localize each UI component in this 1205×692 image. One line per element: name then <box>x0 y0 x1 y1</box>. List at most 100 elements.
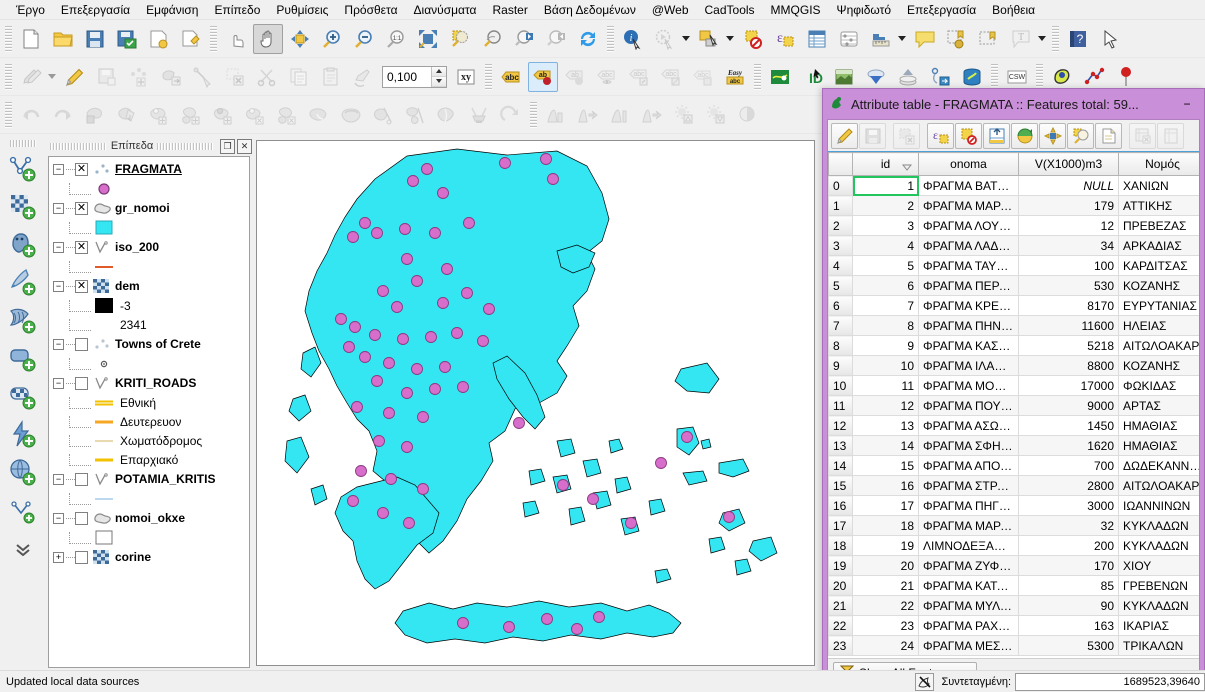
zoom-last-icon[interactable] <box>509 24 539 54</box>
table-row[interactable]: 0 1 ΦΡΑΓΜΑ ΒΑΤΟΛ... NULL ΧΑΝΙΩΝ <box>828 175 1199 196</box>
rotate-points-icon[interactable] <box>496 100 526 130</box>
map-tips-icon[interactable] <box>910 24 940 54</box>
cell-volume[interactable]: NULL <box>1018 175 1119 196</box>
offline-editing-icon[interactable] <box>861 62 891 92</box>
zoom-to-selection-icon[interactable] <box>1067 122 1094 149</box>
map-canvas[interactable]: [data-name="dam-points"] circle { r: 5.5… <box>256 140 815 666</box>
pin-marker-icon[interactable] <box>1111 62 1141 92</box>
cell-id[interactable]: 24 <box>852 635 919 656</box>
cell-id[interactable]: 11 <box>852 375 919 396</box>
current-edits-icon[interactable] <box>16 62 46 92</box>
pan-map-icon[interactable] <box>253 23 283 54</box>
cell-nomos[interactable]: ΓΡΕΒΕΝΩΝ <box>1118 575 1199 596</box>
toolbar-grip[interactable] <box>530 101 537 128</box>
rotate-feature-icon[interactable] <box>80 100 110 130</box>
cell-onoma[interactable]: ΦΡΑΓΜΑ ΒΑΤΟΛ... <box>918 175 1019 196</box>
zoom-next-icon[interactable] <box>541 24 571 54</box>
cell-volume[interactable]: 90 <box>1018 595 1119 616</box>
table-row[interactable]: 7 8 ΦΡΑΓΜΑ ΠΗΝΕΙ... 11600 ΗΛΕΙΑΣ <box>828 315 1199 336</box>
table-row[interactable]: 1819ΛΙΜΝΟΔΕΞΑΜΕΝ...200ΚΥΚΛΑΔΩΝ <box>828 535 1199 556</box>
layer-visibility-checkbox[interactable]: ✕ <box>75 240 88 254</box>
attribute-table-window[interactable]: Attribute table - FRAGMATA :: Features t… <box>822 88 1205 692</box>
table-row[interactable]: 10 11 ΦΡΑΓΜΑ ΜΟΡΝΟΥ 17000 ΦΩΚΙΔΑΣ <box>828 375 1199 396</box>
cell-onoma[interactable]: ΦΡΑΓΜΑ ΤΑΥΡΩ... <box>918 255 1019 276</box>
toolbar-grip[interactable] <box>991 63 998 90</box>
cut-features-icon[interactable] <box>252 62 282 92</box>
refresh-icon[interactable] <box>573 24 603 54</box>
toolbar-grip[interactable] <box>210 25 217 52</box>
cell-onoma[interactable]: ΦΡΑΓΜΑ ΙΛΑΡΙΩ... <box>918 355 1019 376</box>
cell-id[interactable]: 22 <box>852 595 919 616</box>
add-wcs-layer-icon[interactable] <box>4 378 42 416</box>
table-row[interactable]: 17 18 ΦΡΑΓΜΑ ΜΑΡΑΘ... 32 ΚΥΚΛΑΔΩΝ <box>828 515 1199 536</box>
menu-item-0[interactable]: Έργο <box>8 1 53 19</box>
new-shapefile-icon[interactable] <box>4 492 42 530</box>
postgis-export-icon[interactable] <box>925 62 955 92</box>
copy-features-icon[interactable] <box>284 62 314 92</box>
table-row[interactable]: 20 21 ΦΡΑΓΜΑ ΚΑΤΑΚ... 85 ΓΡΕΒΕΝΩΝ <box>828 575 1199 596</box>
add-delimited-text-icon[interactable] <box>4 454 42 492</box>
new-project-icon[interactable] <box>16 24 46 54</box>
expander-icon[interactable]: − <box>53 163 64 175</box>
layer-visibility-checkbox[interactable]: ✕ <box>75 279 88 293</box>
layer-item-fragmata[interactable]: − ✕ FRAGMATA <box>49 159 249 179</box>
help-icon[interactable]: ? <box>1063 24 1093 54</box>
cell-volume[interactable]: 12 <box>1018 215 1119 236</box>
redo-icon[interactable] <box>48 100 78 130</box>
menu-item-3[interactable]: Επίπεδο <box>206 1 268 19</box>
panel-drag-handle[interactable] <box>157 142 215 150</box>
cell-onoma[interactable]: ΦΡΑΓΜΑ ΣΦΗΚΙΑΣ <box>918 435 1019 456</box>
table-row[interactable]: 3 4 ΦΡΑΓΜΑ ΛΑΔΩΝΑ 34 ΑΡΚΑΔΙΑΣ <box>828 235 1199 256</box>
row-header-cell[interactable]: 1 <box>828 195 853 216</box>
attribute-table-grid[interactable]: id onoma V(X1000)m3 Νομός 0 1 ΦΡΑΓΜΑ ΒΑΤΟΛ… <box>828 152 1199 658</box>
local-histogram-stretch-icon[interactable] <box>605 100 635 130</box>
open-project-icon[interactable] <box>48 24 78 54</box>
cell-id[interactable]: 3 <box>852 215 919 236</box>
row-header-cell[interactable]: 5 <box>828 275 853 296</box>
cell-id[interactable]: 17 <box>852 495 919 516</box>
menu-item-7[interactable]: Raster <box>484 1 535 19</box>
toolbar-grip[interactable] <box>1052 25 1059 52</box>
cell-volume[interactable]: 530 <box>1018 275 1119 296</box>
cell-nomos[interactable]: ΙΩΑΝΝΙΝΩΝ <box>1118 495 1199 516</box>
menu-item-2[interactable]: Εμφάνιση <box>138 1 206 19</box>
cell-volume[interactable]: 34 <box>1018 235 1119 256</box>
delete-attribute-icon[interactable] <box>1129 122 1156 149</box>
label-properties-icon[interactable]: abc <box>688 62 718 92</box>
cell-nomos[interactable]: ΦΩΚΙΔΑΣ <box>1118 375 1199 396</box>
zoom-out-icon[interactable] <box>349 24 379 54</box>
expander-icon[interactable]: − <box>53 202 64 214</box>
add-ring-icon[interactable] <box>144 100 174 130</box>
cell-id[interactable]: 8 <box>852 315 919 336</box>
add-wfs-layer-icon[interactable] <box>4 416 42 454</box>
menu-item-10[interactable]: CadTools <box>697 1 763 19</box>
menu-item-1[interactable]: Επεξεργασία <box>53 1 138 19</box>
table-row[interactable]: 1 2 ΦΡΑΓΜΑ ΜΑΡΑΘ... 179 ΑΤΤΙΚΗΣ <box>828 195 1199 216</box>
row-header-cell[interactable]: 11 <box>828 395 853 416</box>
render-blocked-icon[interactable] <box>915 672 935 691</box>
expander-icon[interactable]: − <box>53 512 64 524</box>
table-row[interactable]: 13 14 ΦΡΑΓΜΑ ΣΦΗΚΙΑΣ 1620 ΗΜΑΘΙΑΣ <box>828 435 1199 456</box>
cell-volume[interactable]: 100 <box>1018 255 1119 276</box>
layer-item-dem[interactable]: − ✕ dem <box>49 276 249 296</box>
csw-icon[interactable]: CSW <box>1002 62 1032 92</box>
spin-up-icon[interactable] <box>432 66 446 77</box>
col-header-id[interactable]: id <box>852 152 919 176</box>
run-action-caret-icon[interactable] <box>681 25 691 53</box>
minimize-button[interactable]: − <box>1176 94 1198 114</box>
tolerance-value[interactable]: 0,100 <box>383 67 431 87</box>
menu-item-11[interactable]: MMQGIS <box>763 1 829 19</box>
add-wms-layer-icon[interactable] <box>4 340 42 378</box>
select-by-expression-icon[interactable]: ε <box>927 122 954 149</box>
layer-item-iso-200[interactable]: − ✕ iso_200 <box>49 237 249 257</box>
histogram-stretch-icon[interactable] <box>541 100 571 130</box>
show-hide-labels-icon[interactable]: ab <box>560 62 590 92</box>
reshape-features-icon[interactable] <box>304 100 334 130</box>
table-row[interactable]: 15 16 ΦΡΑΓΜΑ ΣΤΡΑΤΟΥ 2800 ΑΙΤΩΛΟΑΚΑΡ <box>828 475 1199 496</box>
cell-volume[interactable]: 179 <box>1018 195 1119 216</box>
cell-onoma[interactable]: ΦΡΑΓΜΑ ΠΗΝΕΙ... <box>918 315 1019 336</box>
cell-onoma[interactable]: ΦΡΑΓΜΑ ΜΥΛΟΠ... <box>918 595 1019 616</box>
annotation-caret-icon[interactable] <box>1037 25 1047 53</box>
cumulative-cut-stretch-icon[interactable] <box>573 100 603 130</box>
zoom-in-icon[interactable] <box>317 24 347 54</box>
